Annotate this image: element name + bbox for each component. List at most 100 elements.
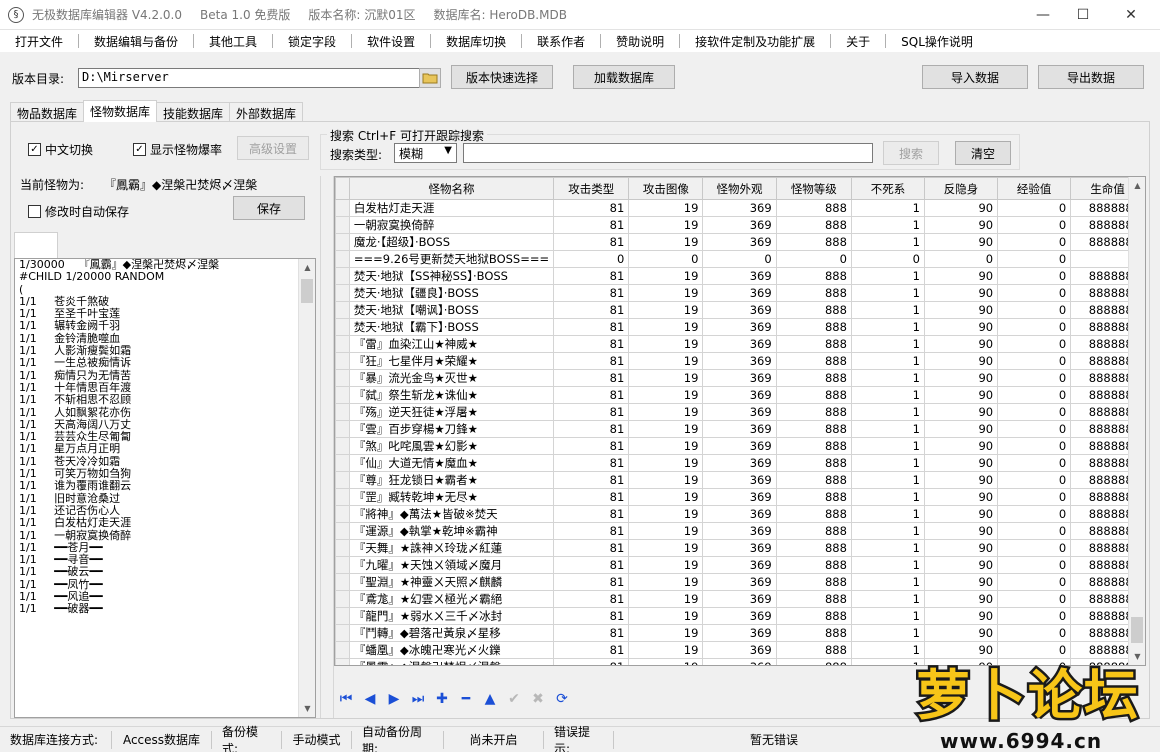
table-cell[interactable]: 0: [997, 539, 1072, 557]
table-cell[interactable]: 19: [628, 199, 704, 217]
table-cell[interactable]: 『狂』七星伴月★荣耀★: [348, 352, 555, 370]
table-cell[interactable]: 90: [923, 454, 999, 472]
table-cell[interactable]: 90: [923, 556, 999, 574]
table-cell[interactable]: 19: [628, 624, 704, 642]
table-cell[interactable]: 0: [997, 318, 1072, 336]
row-indicator[interactable]: [335, 471, 350, 489]
table-cell[interactable]: 1: [850, 590, 925, 608]
table-cell[interactable]: 369: [702, 386, 777, 404]
table-cell[interactable]: 81: [553, 420, 630, 438]
table-cell[interactable]: 0: [997, 590, 1072, 608]
table-cell[interactable]: 888: [775, 607, 852, 625]
table-cell[interactable]: 19: [628, 420, 704, 438]
table-cell[interactable]: 『鬥轉』◆碧落卍黃泉〆星移: [348, 624, 555, 642]
table-cell[interactable]: 1: [850, 573, 925, 591]
table-row[interactable]: 焚天·地狱【疆良】·BOSS 81 19 369 888 1 90 0 8888888: [335, 284, 1145, 302]
table-cell[interactable]: 90: [923, 505, 999, 523]
table-cell[interactable]: 888: [775, 403, 852, 421]
table-cell[interactable]: 『仙』大道无情★魔血★: [348, 454, 555, 472]
table-cell[interactable]: 1: [850, 403, 925, 421]
table-cell[interactable]: 369: [702, 199, 777, 217]
row-indicator[interactable]: [335, 590, 350, 608]
table-cell[interactable]: 『龍門』★弱水ㄨ三千〆冰封: [348, 607, 555, 625]
table-cell[interactable]: 『雷』血染江山★神威★: [348, 335, 555, 353]
row-indicator[interactable]: [335, 284, 350, 302]
chinese-switch-checkbox[interactable]: ✓ 中文切换: [28, 141, 93, 158]
table-cell[interactable]: 369: [702, 488, 777, 506]
table-cell[interactable]: 『罡』臧转乾坤★无尽★: [348, 488, 555, 506]
save-button[interactable]: 保存: [233, 196, 305, 220]
table-cell[interactable]: 888: [775, 284, 852, 302]
table-cell[interactable]: 0: [997, 199, 1072, 217]
table-cell[interactable]: 19: [628, 267, 704, 285]
maximize-icon[interactable]: ☐: [1060, 0, 1106, 30]
table-cell[interactable]: 81: [553, 641, 630, 659]
table-cell[interactable]: 1: [850, 352, 925, 370]
row-indicator[interactable]: [335, 369, 350, 387]
table-cell[interactable]: 90: [923, 318, 999, 336]
table-cell[interactable]: 369: [702, 301, 777, 319]
grid-vertical-scrollbar[interactable]: ▲ ▼: [1128, 177, 1145, 665]
table-cell[interactable]: 81: [553, 488, 630, 506]
table-cell[interactable]: 81: [553, 199, 630, 217]
table-cell[interactable]: 一朝寂寞换倚醉: [348, 216, 555, 234]
table-cell[interactable]: 0: [997, 233, 1072, 251]
table-cell[interactable]: 81: [553, 352, 630, 370]
row-indicator[interactable]: [335, 607, 350, 625]
table-cell[interactable]: 『雲』百步穿楊★刀鋒★: [348, 420, 555, 438]
table-cell[interactable]: 0: [997, 216, 1072, 234]
table-cell[interactable]: 888: [775, 216, 852, 234]
table-cell[interactable]: 90: [923, 301, 999, 319]
table-cell[interactable]: 0: [997, 556, 1072, 574]
table-cell[interactable]: 『尊』狂龙锁日★霸者★: [348, 471, 555, 489]
edit-record-icon[interactable]: ▲: [478, 688, 502, 710]
scroll-thumb[interactable]: [1131, 617, 1143, 643]
scroll-up-icon[interactable]: ▲: [1129, 177, 1145, 194]
column-header[interactable]: 反隐身: [923, 177, 999, 200]
table-cell[interactable]: 焚天·地狱【SS神秘SS】·BOSS: [348, 267, 555, 285]
table-cell[interactable]: 81: [553, 318, 630, 336]
table-cell[interactable]: 19: [628, 539, 704, 557]
table-cell[interactable]: 0: [553, 250, 630, 268]
column-header[interactable]: 经验值: [997, 177, 1072, 200]
table-cell[interactable]: 369: [702, 216, 777, 234]
table-row[interactable]: 『仙』大道无情★魔血★ 81 19 369 888 1 90 0 8888888: [335, 454, 1145, 472]
table-cell[interactable]: 0: [997, 505, 1072, 523]
table-cell[interactable]: 888: [775, 335, 852, 353]
table-cell[interactable]: 1: [850, 318, 925, 336]
table-row[interactable]: 『九曜』★天蚀ㄨ領域〆魔月 81 19 369 888 1 90 0 8888888: [335, 556, 1145, 574]
row-indicator[interactable]: [335, 318, 350, 336]
menu-item-8[interactable]: 接软件定制及功能扩展: [688, 33, 822, 50]
search-type-select[interactable]: 模糊 ▼: [394, 143, 457, 163]
table-cell[interactable]: 369: [702, 522, 777, 540]
table-cell[interactable]: 1: [850, 216, 925, 234]
table-cell[interactable]: 369: [702, 318, 777, 336]
column-header[interactable]: 攻击类型: [553, 177, 630, 200]
table-cell[interactable]: 888: [775, 522, 852, 540]
show-drop-rate-checkbox[interactable]: ✓ 显示怪物爆率: [133, 141, 222, 158]
table-cell[interactable]: 1: [850, 471, 925, 489]
table-cell[interactable]: 90: [923, 607, 999, 625]
table-cell[interactable]: 0: [997, 369, 1072, 387]
table-cell[interactable]: 0: [997, 488, 1072, 506]
column-header[interactable]: 不死系: [850, 177, 925, 200]
table-cell[interactable]: 1: [850, 454, 925, 472]
table-cell[interactable]: 369: [702, 454, 777, 472]
table-cell[interactable]: 81: [553, 658, 630, 665]
tab-2[interactable]: 技能数据库: [156, 102, 231, 122]
table-cell[interactable]: 369: [702, 539, 777, 557]
table-row[interactable]: 『殇』逆天狂徒★浮屠★ 81 19 369 888 1 90 0 8888888: [335, 403, 1145, 421]
table-cell[interactable]: 369: [702, 437, 777, 455]
table-cell[interactable]: 81: [553, 386, 630, 404]
table-cell[interactable]: 81: [553, 505, 630, 523]
import-button[interactable]: 导入数据: [922, 65, 1028, 89]
table-cell[interactable]: 81: [553, 403, 630, 421]
table-cell[interactable]: 『煞』叱咤風雲★幻影★: [348, 437, 555, 455]
table-row[interactable]: 『弑』祭生斩龙★诛仙★ 81 19 369 888 1 90 0 8888888: [335, 386, 1145, 404]
table-cell[interactable]: 19: [628, 607, 704, 625]
table-cell[interactable]: 90: [923, 403, 999, 421]
table-cell[interactable]: 90: [923, 624, 999, 642]
table-cell[interactable]: 焚天·地狱【霸下】·BOSS: [348, 318, 555, 336]
current-row-icon[interactable]: ▶: [335, 658, 350, 665]
row-indicator[interactable]: [335, 199, 350, 217]
